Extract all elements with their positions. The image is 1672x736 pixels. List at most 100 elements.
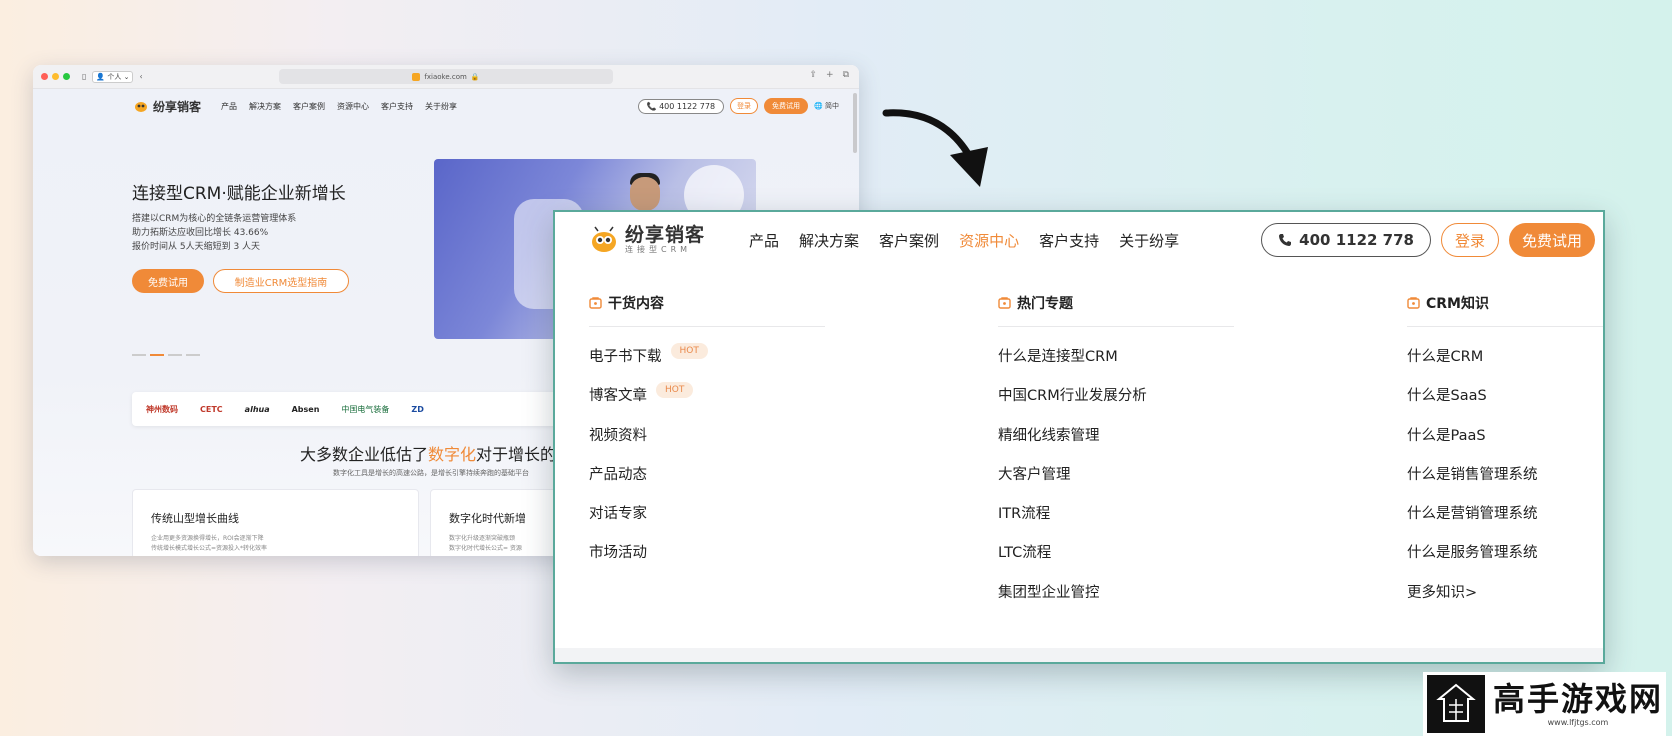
- list-item-topic[interactable]: 集团型企业管控: [998, 579, 1234, 618]
- profile-label: 个人: [107, 72, 122, 81]
- site-menu-about[interactable]: 关于纷享: [425, 101, 457, 112]
- column-title: 热门专题: [1017, 296, 1073, 312]
- pagoda-logo-icon: [1427, 675, 1485, 733]
- close-window-dot[interactable]: [41, 73, 48, 80]
- list-item-topic[interactable]: LTC流程: [998, 539, 1234, 578]
- profile-selector[interactable]: 👤 个人 ⌄: [92, 70, 134, 83]
- menu-products[interactable]: 产品: [749, 230, 779, 251]
- column-divider: [998, 326, 1234, 327]
- site-menu-cases[interactable]: 客户案例: [293, 101, 325, 112]
- site-phone-button[interactable]: 📞 400 1122 778: [637, 98, 725, 114]
- zoom-brand-name: 纷享销客: [625, 224, 706, 246]
- item-label: 集团型企业管控: [998, 584, 1100, 601]
- phone-button[interactable]: 400 1122 778: [1261, 223, 1431, 257]
- item-label: 市场活动: [589, 545, 647, 562]
- list-item-video[interactable]: 视频资料: [589, 422, 825, 461]
- item-label: 什么是营销管理系统: [1407, 506, 1538, 523]
- list-item-topic[interactable]: ITR流程: [998, 500, 1234, 539]
- zoom-menu: 产品 解决方案 客户案例 资源中心 客户支持 关于纷享: [749, 230, 1179, 251]
- site-trial-button[interactable]: 免费试用: [764, 98, 809, 114]
- list-item-knowledge[interactable]: 什么是SaaS: [1407, 382, 1603, 421]
- list-item-product-news[interactable]: 产品动态: [589, 461, 825, 500]
- list-item-knowledge[interactable]: 什么是服务管理系统: [1407, 539, 1603, 578]
- hot-badge: HOT: [670, 343, 708, 359]
- zoom-logo[interactable]: 纷享销客 连接型CRM: [589, 225, 705, 255]
- logo-digital-china: 神州数码: [146, 404, 178, 414]
- site-menu-support[interactable]: 客户支持: [381, 101, 413, 112]
- hot-badge: HOT: [656, 382, 694, 399]
- minimize-window-dot[interactable]: [52, 73, 59, 80]
- list-item-knowledge[interactable]: 什么是CRM: [1407, 343, 1603, 382]
- list-item-knowledge[interactable]: 什么是PaaS: [1407, 422, 1603, 461]
- lock-icon: 🔒: [470, 72, 480, 81]
- logo-cetc: CETC: [200, 404, 223, 414]
- menu-resources-active[interactable]: 资源中心: [959, 230, 1019, 251]
- scrollbar[interactable]: [853, 93, 857, 153]
- growth-card[interactable]: 数字化时代新增 数字化升级逐渐突破瓶颈 数字化时代增长公式= 资源: [430, 489, 570, 556]
- zoom-brand-tagline: 连接型CRM: [625, 245, 692, 254]
- watermark-name: 高手游戏网: [1493, 680, 1664, 718]
- share-icon[interactable]: ⇪: [809, 70, 817, 80]
- list-item-knowledge[interactable]: 什么是营销管理系统: [1407, 500, 1603, 539]
- card-desc: 数字化升级逐渐突破瓶颈: [449, 535, 516, 542]
- more-knowledge-link[interactable]: 更多知识>: [1407, 579, 1603, 618]
- list-item-ebook[interactable]: 电子书下载 HOT: [589, 343, 825, 382]
- hero-guide-button[interactable]: 制造业CRM选型指南: [213, 269, 349, 293]
- list-item-topic[interactable]: 大客户管理: [998, 461, 1234, 500]
- site-brand-name: 纷享销客: [153, 99, 202, 114]
- growth-card[interactable]: 传统山型增长曲线 企业用更多资源换得增长，ROI会逐渐下降 传统增长模式增长公式…: [132, 489, 419, 556]
- menu-cases[interactable]: 客户案例: [879, 230, 939, 251]
- hero-line: 报价时间从 5人天缩短到 3 人天: [132, 242, 261, 252]
- item-label: ITR流程: [998, 506, 1051, 523]
- list-item-topic[interactable]: 精细化线索管理: [998, 422, 1234, 461]
- new-tab-icon[interactable]: +: [826, 70, 834, 80]
- column-title: CRM知识: [1426, 296, 1489, 312]
- logo-zd: ZD: [411, 404, 424, 414]
- list-item-events[interactable]: 市场活动: [589, 539, 825, 578]
- list-item-knowledge[interactable]: 什么是销售管理系统: [1407, 461, 1603, 500]
- site-logo[interactable]: 纷享销客: [133, 98, 201, 115]
- section-title-post: 对于增长的: [476, 445, 557, 464]
- item-label: 电子书下载: [589, 349, 662, 365]
- section-subtitle: 数字化工具是增长的高速公路，是增长引擎持续奔跑的基础平台: [333, 469, 529, 477]
- resource-dropdown-zoom: 纷享销客 连接型CRM 产品 解决方案 客户案例 资源中心 客户支持 关于纷享 …: [553, 210, 1605, 664]
- column-divider: [1407, 326, 1603, 327]
- folder-icon: [589, 297, 602, 309]
- back-icon[interactable]: ‹: [139, 72, 142, 81]
- browser-titlebar: ▯ 👤 个人 ⌄ ‹ fxiaoke.com 🔒 ⇪ + ⧉: [33, 65, 859, 89]
- favicon-icon: [412, 72, 421, 81]
- folder-icon: [998, 297, 1011, 309]
- column-crm-knowledge: CRM知识 什么是CRM 什么是SaaS 什么是PaaS 什么是销售管理系统 什…: [1407, 292, 1603, 618]
- list-item-topic[interactable]: 中国CRM行业发展分析: [998, 382, 1234, 421]
- list-item-blog[interactable]: 博客文章 HOT: [589, 382, 825, 421]
- site-login-button[interactable]: 登录: [730, 98, 759, 114]
- menu-solutions[interactable]: 解决方案: [799, 230, 859, 251]
- column-header: 干货内容: [589, 292, 825, 314]
- item-label: 什么是连接型CRM: [998, 349, 1118, 365]
- menu-support[interactable]: 客户支持: [1039, 230, 1099, 251]
- sidebar-toggle-icon[interactable]: ▯: [82, 72, 86, 81]
- hero-description: 搭建以CRM为核心的全链条运营管理体系 助力拓斯达应收回比增长 43.66% 报…: [132, 212, 296, 254]
- item-label: 对话专家: [589, 506, 647, 523]
- card-desc: 传统增长模式增长公式=资源投入*转化效率: [151, 545, 268, 552]
- login-button[interactable]: 登录: [1441, 223, 1499, 257]
- logo-absen: Absen: [291, 404, 320, 414]
- item-label: 中国CRM行业发展分析: [998, 388, 1147, 405]
- site-menu-products[interactable]: 产品: [221, 101, 237, 112]
- site-menu-resources[interactable]: 资源中心: [337, 101, 369, 112]
- hero-title: 连接型CRM·赋能企业新增长: [132, 184, 346, 204]
- item-label: 什么是PaaS: [1407, 427, 1486, 444]
- site-menu-solutions[interactable]: 解决方案: [249, 101, 281, 112]
- maximize-window-dot[interactable]: [63, 73, 70, 80]
- carousel-dots[interactable]: [132, 354, 200, 356]
- language-selector[interactable]: 🌐 简中: [814, 101, 839, 111]
- hero-trial-button[interactable]: 免费试用: [132, 269, 204, 293]
- list-item-experts[interactable]: 对话专家: [589, 500, 825, 539]
- menu-about[interactable]: 关于纷享: [1119, 230, 1179, 251]
- dropdown-bottom-bar: [555, 648, 1603, 662]
- item-label: 什么是CRM: [1407, 349, 1484, 365]
- list-item-topic[interactable]: 什么是连接型CRM: [998, 343, 1234, 382]
- tabs-overview-icon[interactable]: ⧉: [843, 70, 849, 80]
- free-trial-button[interactable]: 免费试用: [1509, 223, 1595, 257]
- address-bar[interactable]: fxiaoke.com 🔒: [279, 69, 613, 84]
